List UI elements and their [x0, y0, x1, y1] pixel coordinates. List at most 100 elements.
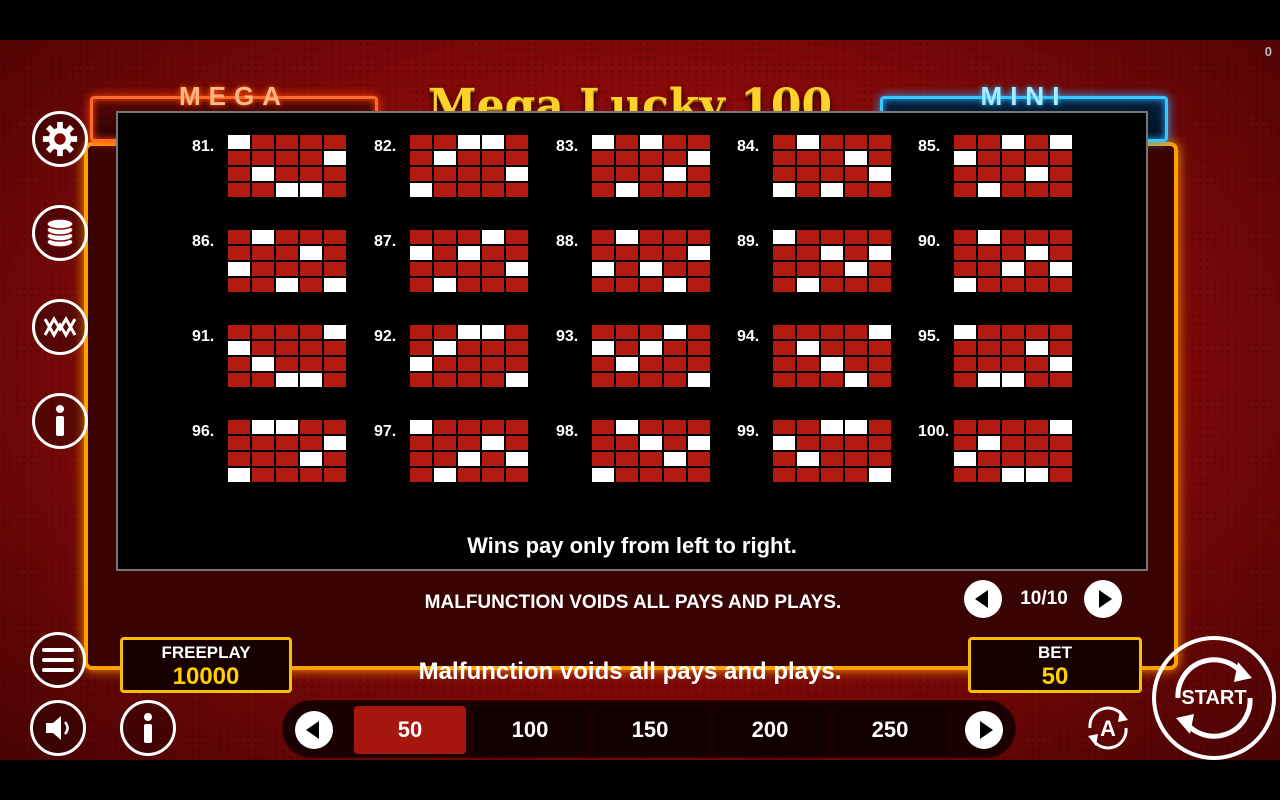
payline-cell-active	[434, 151, 456, 165]
chevron-left-icon	[974, 590, 988, 608]
bet-option-250[interactable]: 250	[834, 706, 946, 754]
payline-pattern	[410, 325, 530, 391]
payline-cell	[1002, 278, 1024, 292]
payline-cell-active	[434, 341, 456, 355]
corner-counter: 0	[1264, 44, 1272, 59]
payline-cell	[482, 341, 504, 355]
payline-cell	[458, 357, 480, 371]
gear-icon	[42, 121, 78, 157]
payline-cell	[821, 325, 843, 339]
payline-cell	[324, 167, 346, 181]
menu-button[interactable]	[30, 632, 86, 688]
payline-cell	[276, 325, 298, 339]
payline-cell	[482, 468, 504, 482]
payline-cell-active	[821, 357, 843, 371]
payline-cell	[869, 278, 891, 292]
payline-cell	[773, 278, 795, 292]
payline-cell	[1026, 151, 1048, 165]
payline-cell	[410, 325, 432, 339]
bet-option-50[interactable]: 50	[354, 706, 466, 754]
bet-option-150[interactable]: 150	[594, 706, 706, 754]
bet-option-200[interactable]: 200	[714, 706, 826, 754]
payline-cell	[664, 135, 686, 149]
payline-cell	[300, 420, 322, 434]
payline-cell	[1026, 183, 1048, 197]
payline-cell	[1026, 420, 1048, 434]
payline-cell	[664, 468, 686, 482]
payline-cell	[410, 278, 432, 292]
payline-cell	[592, 230, 614, 244]
payline-number: 100.	[918, 423, 950, 440]
payline-pattern	[228, 135, 348, 201]
payline-cell	[276, 341, 298, 355]
payline-cell-active	[228, 135, 250, 149]
payline-cell	[688, 135, 710, 149]
sound-button[interactable]	[30, 700, 86, 756]
payline-cell-active	[821, 420, 843, 434]
payline-cell-active	[276, 420, 298, 434]
payline-cell	[434, 246, 456, 260]
payline-cell-active	[797, 452, 819, 466]
coins-icon	[46, 218, 74, 248]
payline-cell	[640, 246, 662, 260]
payline-cell	[954, 262, 976, 276]
autoplay-button[interactable]: A	[1080, 700, 1136, 756]
payline-cell	[797, 325, 819, 339]
autoplay-label: A	[1100, 716, 1116, 741]
payline-cell	[640, 468, 662, 482]
payline-cell	[1050, 246, 1072, 260]
payline-cell	[869, 341, 891, 355]
payline-cell	[1002, 151, 1024, 165]
payline-cell-active	[592, 262, 614, 276]
payline-cell	[845, 135, 867, 149]
info-button-side[interactable]	[32, 393, 88, 449]
payline-cell	[252, 278, 274, 292]
payline-cell	[640, 230, 662, 244]
payline-cell	[410, 341, 432, 355]
settings-button[interactable]	[32, 111, 88, 167]
payline-cell	[506, 325, 528, 339]
payline-number: 87.	[374, 233, 397, 250]
speaker-icon	[46, 716, 69, 740]
coins-button[interactable]	[32, 205, 88, 261]
wins-note: Wins pay only from left to right.	[467, 533, 797, 558]
payline-cell	[276, 167, 298, 181]
freeplay-label: FREEPLAY	[161, 643, 251, 662]
paylines-icon	[43, 316, 77, 338]
payline-cell-active	[324, 278, 346, 292]
payline-cell-active	[410, 420, 432, 434]
payline-cell	[821, 436, 843, 450]
prev-page-button[interactable]	[964, 580, 1002, 618]
payline-cell	[300, 167, 322, 181]
payline-cell	[688, 420, 710, 434]
payline-cell-active	[640, 135, 662, 149]
payline-cell	[869, 357, 891, 371]
payline-cell-active	[434, 468, 456, 482]
payline-cell-active	[410, 183, 432, 197]
bet-option-100[interactable]: 100	[474, 706, 586, 754]
payline-cell-active	[276, 278, 298, 292]
payline-number: 96.	[192, 423, 215, 440]
payline-cell	[592, 167, 614, 181]
payline-cell	[300, 357, 322, 371]
next-page-button[interactable]	[1084, 580, 1122, 618]
payline-cell	[1002, 420, 1024, 434]
payline-cell	[688, 341, 710, 355]
payline-pattern	[228, 325, 348, 391]
start-button[interactable]: START	[1152, 636, 1276, 760]
bet-decrease-button[interactable]	[295, 711, 333, 749]
payline-cell-active	[616, 357, 638, 371]
payline-cell-active	[410, 246, 432, 260]
bet-increase-button[interactable]	[965, 711, 1003, 749]
payline-cell	[300, 135, 322, 149]
payline-cell	[773, 151, 795, 165]
payline-cell-active	[869, 246, 891, 260]
paylines-button[interactable]	[32, 299, 88, 355]
payline-cell	[276, 452, 298, 466]
payline-number: 84.	[737, 138, 760, 155]
payline-cell	[616, 452, 638, 466]
info-button[interactable]	[120, 700, 176, 756]
payline-cell	[664, 420, 686, 434]
payline-cell	[845, 230, 867, 244]
payline-cell-active	[616, 420, 638, 434]
